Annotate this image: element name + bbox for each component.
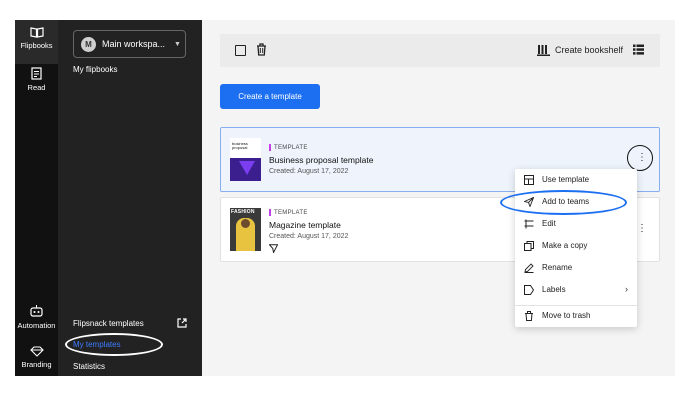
sidebar-item-my-templates[interactable]: My templates	[73, 340, 121, 349]
menu-item-label: Edit	[542, 219, 556, 228]
more-options-icon[interactable]: ⋮	[637, 153, 647, 163]
select-all-checkbox[interactable]	[235, 45, 246, 56]
book-icon	[29, 27, 44, 38]
workspace-avatar: M	[81, 36, 96, 52]
rail-item-branding[interactable]: Branding	[15, 346, 58, 376]
workspace-name: Main workspa...	[102, 39, 166, 49]
document-icon	[31, 67, 42, 80]
menu-item-label: Use template	[542, 175, 590, 184]
thumbnail-text: FASHION	[231, 209, 255, 215]
send-icon	[524, 197, 534, 207]
pencil-icon	[524, 263, 534, 273]
bookshelf-icon	[537, 45, 550, 56]
sidebar-item-statistics[interactable]: Statistics	[73, 362, 105, 371]
menu-item-make-a-copy[interactable]: Make a copy	[515, 236, 637, 256]
template-tag: TEMPLATE	[269, 144, 308, 151]
template-thumbnail: FASHION	[230, 208, 261, 251]
menu-item-label: Rename	[542, 263, 573, 272]
menu-item-add-to-teams[interactable]: Add to teams	[515, 192, 637, 212]
rail-label-read: Read	[27, 83, 46, 92]
template-title: Business proposal template	[269, 155, 374, 165]
toolbar: Create bookshelf	[220, 34, 660, 67]
template-date: Created: August 17, 2022	[269, 233, 349, 240]
list-view-icon[interactable]	[633, 44, 644, 55]
menu-item-use-template[interactable]: Use template	[515, 170, 637, 190]
copy-icon	[524, 241, 534, 251]
create-bookshelf-button[interactable]: Create bookshelf	[537, 44, 623, 56]
template-title: Magazine template	[269, 220, 341, 230]
trash-icon	[525, 311, 533, 321]
sidebar-item-flipsnack-templates[interactable]: Flipsnack templates	[73, 319, 144, 328]
menu-item-label: Move to trash	[542, 311, 591, 320]
edit-icon	[524, 219, 534, 229]
label-icon	[524, 285, 534, 295]
menu-item-edit[interactable]: Edit	[515, 214, 637, 234]
menu-item-rename[interactable]: Rename	[515, 258, 637, 278]
external-link-icon[interactable]	[177, 318, 187, 328]
rail-item-read[interactable]: Read	[15, 64, 58, 104]
caret-down-icon: ▼	[174, 40, 181, 48]
template-icon	[524, 175, 534, 185]
menu-item-label: Make a copy	[542, 241, 588, 250]
sidebar-item-my-flipbooks[interactable]: My flipbooks	[73, 65, 117, 74]
rail-label-flipbooks: Flipbooks	[20, 41, 53, 50]
create-template-button[interactable]: Create a template	[220, 84, 320, 109]
rail-label-branding: Branding	[21, 360, 52, 369]
diamond-icon	[29, 346, 44, 357]
sidebar: M Main workspa... ▼ My flipbooks Flipsna…	[58, 20, 202, 376]
workspace-selector[interactable]: M Main workspa... ▼	[73, 30, 186, 58]
trash-icon[interactable]	[256, 43, 267, 56]
create-bookshelf-label: Create bookshelf	[555, 45, 624, 55]
more-options-icon[interactable]: ⋮	[637, 224, 647, 234]
icon-rail: Flipbooks Read Automation Branding	[15, 20, 58, 376]
app-window: Flipbooks Read Automation Branding M Mai…	[15, 20, 675, 376]
menu-item-label: Labels	[542, 285, 566, 294]
rail-label-automation: Automation	[17, 321, 56, 330]
main-panel: Create bookshelf Create a template busin…	[202, 20, 675, 376]
template-date: Created: August 17, 2022	[269, 168, 349, 175]
robot-icon	[30, 305, 43, 317]
chevron-right-icon: ›	[625, 284, 628, 294]
rail-item-flipbooks[interactable]: Flipbooks	[15, 20, 58, 64]
thumbnail-text: business proposal	[232, 141, 248, 151]
menu-item-label: Add to teams	[542, 197, 590, 206]
template-tag: TEMPLATE	[269, 209, 308, 216]
template-thumbnail: business proposal	[230, 138, 261, 181]
menu-item-move-to-trash[interactable]: Move to trash	[515, 306, 637, 326]
menu-item-labels[interactable]: Labels ›	[515, 280, 637, 300]
shared-team-icon	[269, 244, 278, 253]
context-menu: Use template Add to teams Edit Make a co…	[515, 169, 637, 327]
rail-item-automation[interactable]: Automation	[15, 304, 58, 340]
